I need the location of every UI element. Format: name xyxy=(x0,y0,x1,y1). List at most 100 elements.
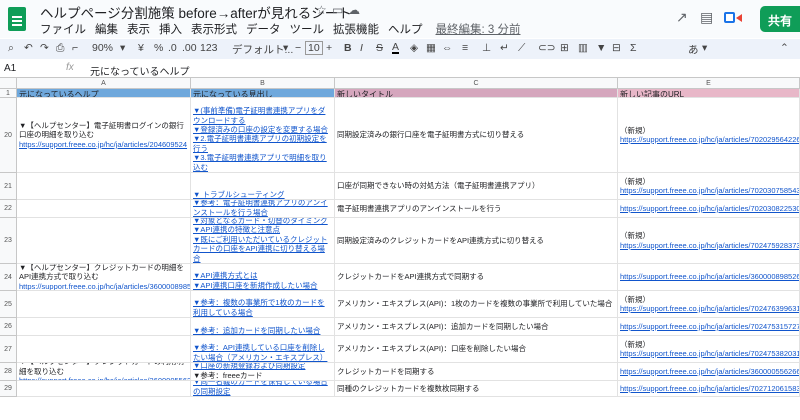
cell-a[interactable]: ▼【ヘルプセンター】クレジットカードの明細をAPI連携方式で取り込む https:… xyxy=(17,264,191,291)
cell-link[interactable]: ▼同一名義のカードを保有している場合の同期設定 xyxy=(193,381,332,396)
menu-file[interactable]: ファイル xyxy=(40,24,86,36)
zoom-select[interactable]: 90% xyxy=(92,42,113,54)
text-rotation-icon[interactable]: ⟋ xyxy=(518,42,525,55)
cell-link[interactable]: https://support.freee.co.jp/hc/ja/articl… xyxy=(620,135,799,144)
cell-link[interactable]: ▼API連携の特徴と注意点 xyxy=(193,225,332,234)
cell-link[interactable]: https://support.freee.co.jp/hc/ja/articl… xyxy=(19,140,188,149)
name-box[interactable]: A1 xyxy=(4,63,16,74)
header-cell-c[interactable]: 新しいタイトル xyxy=(335,89,618,98)
activity-trend-icon[interactable]: ↗ xyxy=(676,9,688,26)
borders-icon[interactable]: ▦ xyxy=(426,42,436,54)
cell-link[interactable]: https://support.freee.co.jp/hc/ja/articl… xyxy=(620,241,799,250)
column-header-a[interactable]: A xyxy=(17,78,191,89)
star-icon[interactable]: ☆ xyxy=(316,3,327,17)
font-size-increase-icon[interactable]: + xyxy=(326,42,332,54)
cell-c[interactable]: クレジットカードをAPI連携方式で同期する xyxy=(335,264,618,291)
text-color-button[interactable]: A xyxy=(392,42,400,54)
row-header[interactable]: 1 xyxy=(0,89,17,98)
cell-c[interactable]: 口座が同期できない時の対処方法（電子証明書連携アプリ） xyxy=(335,173,618,200)
bold-button[interactable]: B xyxy=(344,42,352,54)
redo-icon[interactable]: ↷ xyxy=(40,42,49,54)
strikethrough-button[interactable]: S xyxy=(376,42,383,54)
row-header[interactable]: 24 xyxy=(0,264,17,291)
font-family-dropdown-icon[interactable]: ▾ xyxy=(283,42,288,54)
functions-icon[interactable]: Σ xyxy=(630,42,637,54)
cell-a[interactable] xyxy=(17,218,191,264)
input-tools-dropdown-icon[interactable]: ▾ xyxy=(702,42,707,54)
cell-a[interactable]: ▼【ヘルプセンター】電子証明書ログインの銀行口座の明細を取り込む https://… xyxy=(17,98,191,173)
cell-link[interactable]: ▼参考：電子証明書連携アプリのアンインストールを行う場合 xyxy=(193,200,332,217)
cell-link[interactable]: ▼3.電子証明書連携アプリで明細を取り込む xyxy=(193,153,332,172)
increase-decimal-button[interactable]: .00 xyxy=(182,42,197,54)
column-header-e[interactable]: E xyxy=(618,78,800,89)
formula-input[interactable]: 元になっているヘルプ xyxy=(90,63,190,78)
cell-a[interactable] xyxy=(17,291,191,318)
cell-c[interactable]: 同種のクレジットカードを複数枚同期する xyxy=(335,381,618,397)
menu-data[interactable]: データ xyxy=(246,24,281,36)
menu-insert[interactable]: 挿入 xyxy=(159,24,182,36)
cell-b[interactable]: ▼参考：追加カードを同期したい場合 xyxy=(191,318,335,336)
cell-e[interactable]: （新規） https://support.freee.co.jp/hc/ja/ar… xyxy=(618,336,800,363)
cell-b[interactable]: ▼同一名義のカードを保有している場合の同期設定 xyxy=(191,381,335,397)
cell-e[interactable]: https://support.freee.co.jp/hc/ja/articl… xyxy=(618,363,800,381)
cell-link[interactable]: https://support.freee.co.jp/hc/ja/articl… xyxy=(620,272,799,281)
insert-link-icon[interactable]: ⊂⊃ xyxy=(538,42,556,54)
row-header[interactable]: 28 xyxy=(0,363,17,381)
cell-link[interactable]: https://support.freee.co.jp/hc/ja/articl… xyxy=(620,367,799,376)
column-header-b[interactable]: B xyxy=(191,78,335,89)
cell-link[interactable]: ▼参考：API連携している口座を削除したい場合（アメリカン・エキスプレス） xyxy=(193,343,332,362)
cell-link[interactable]: ▼2.電子証明書連携アプリの初期設定を行う xyxy=(193,134,332,153)
cell-link[interactable]: https://support.freee.co.jp/hc/ja/articl… xyxy=(620,186,799,195)
cloud-status-icon[interactable]: ☁ xyxy=(348,3,360,17)
cell-link[interactable]: https://support.freee.co.jp/hc/ja/articl… xyxy=(620,204,799,213)
cell-link[interactable]: ▼(事前準備)電子証明書連携アプリをダウンロードする xyxy=(193,106,332,125)
collapse-menus-icon[interactable]: ⌃ xyxy=(780,42,789,54)
cell-c[interactable]: アメリカン・エキスプレス(API)：口座を削除したい場合 xyxy=(335,336,618,363)
font-size-input[interactable]: 10 xyxy=(305,41,323,55)
header-cell-a[interactable]: 元になっているヘルプ xyxy=(17,89,191,98)
cell-e[interactable]: https://support.freee.co.jp/hc/ja/articl… xyxy=(618,200,800,218)
last-edit-link[interactable]: 最終編集: 3 分前 xyxy=(436,24,521,36)
move-folder-icon[interactable]: ▭ xyxy=(332,3,343,17)
cell-a[interactable] xyxy=(17,318,191,336)
fill-color-icon[interactable]: ◈ xyxy=(410,42,418,54)
cell-e[interactable]: （新規） https://support.freee.co.jp/hc/ja/ar… xyxy=(618,98,800,173)
row-header[interactable]: 21 xyxy=(0,173,17,200)
cell-c[interactable]: 同期設定済みのクレジットカードをAPI連携方式に切り替える xyxy=(335,218,618,264)
cell-c[interactable]: クレジットカードを同期する xyxy=(335,363,618,381)
cell-e[interactable]: （新規） https://support.freee.co.jp/hc/ja/ar… xyxy=(618,173,800,200)
insert-comment-icon[interactable]: ⊞ xyxy=(560,42,569,54)
cell-b[interactable]: ▼ トラブルシューティング xyxy=(191,173,335,200)
cell-e[interactable]: （新規） https://support.freee.co.jp/hc/ja/ar… xyxy=(618,291,800,318)
menu-format[interactable]: 表示形式 xyxy=(191,24,237,36)
cell-link[interactable]: ▼参考：追加カードを同期したい場合 xyxy=(193,326,332,335)
document-title[interactable]: ヘルプページ分割施策 before→afterが見れるシート xyxy=(40,2,352,22)
input-tools-button[interactable]: あ xyxy=(688,42,699,57)
print-icon[interactable]: ⎙ xyxy=(56,42,64,55)
comments-icon[interactable]: ▤ xyxy=(700,9,713,26)
cell-link[interactable]: https://support.freee.co.jp/hc/ja/articl… xyxy=(620,304,799,313)
cell-b[interactable]: ▼(事前準備)電子証明書連携アプリをダウンロードする ▼登録済みの口座の設定を変更… xyxy=(191,98,335,173)
cell-link[interactable]: ▼登録済みの口座の設定を変更する場合 xyxy=(193,125,332,134)
italic-button[interactable]: I xyxy=(360,42,363,54)
filter-icon[interactable]: ▼ xyxy=(596,42,606,54)
font-size-decrease-icon[interactable]: − xyxy=(295,42,301,54)
search-menus-icon[interactable]: ⌕ xyxy=(8,42,14,55)
row-header[interactable]: 26 xyxy=(0,318,17,336)
menu-edit[interactable]: 編集 xyxy=(95,24,118,36)
cell-a[interactable] xyxy=(17,200,191,218)
sheets-logo-icon[interactable] xyxy=(8,7,26,31)
cell-link[interactable]: https://support.freee.co.jp/hc/ja/articl… xyxy=(620,384,799,393)
cell-c[interactable]: 同期設定済みの銀行口座を電子証明書方式に切り替える xyxy=(335,98,618,173)
cell-link[interactable]: https://support.freee.co.jp/hc/ja/articl… xyxy=(620,322,799,331)
cell-a[interactable] xyxy=(17,336,191,363)
row-header[interactable]: 29 xyxy=(0,381,17,397)
cell-c[interactable]: 電子証明書連携アプリのアンインストールを行う xyxy=(335,200,618,218)
cell-b[interactable]: ▼参考：電子証明書連携アプリのアンインストールを行う場合 xyxy=(191,200,335,218)
cell-a[interactable]: ▼【ヘルプセンター】クレジットカードの利用明細を取り込むhttps://supp… xyxy=(17,363,191,381)
paint-format-icon[interactable]: ⌐ xyxy=(72,42,78,54)
cell-e[interactable]: （新規） https://support.freee.co.jp/hc/ja/ar… xyxy=(618,218,800,264)
filter-views-icon[interactable]: ⊟ xyxy=(612,42,621,54)
column-header-c[interactable]: C xyxy=(335,78,618,89)
cell-b[interactable]: ▼参考：API連携している口座を削除したい場合（アメリカン・エキスプレス） xyxy=(191,336,335,363)
